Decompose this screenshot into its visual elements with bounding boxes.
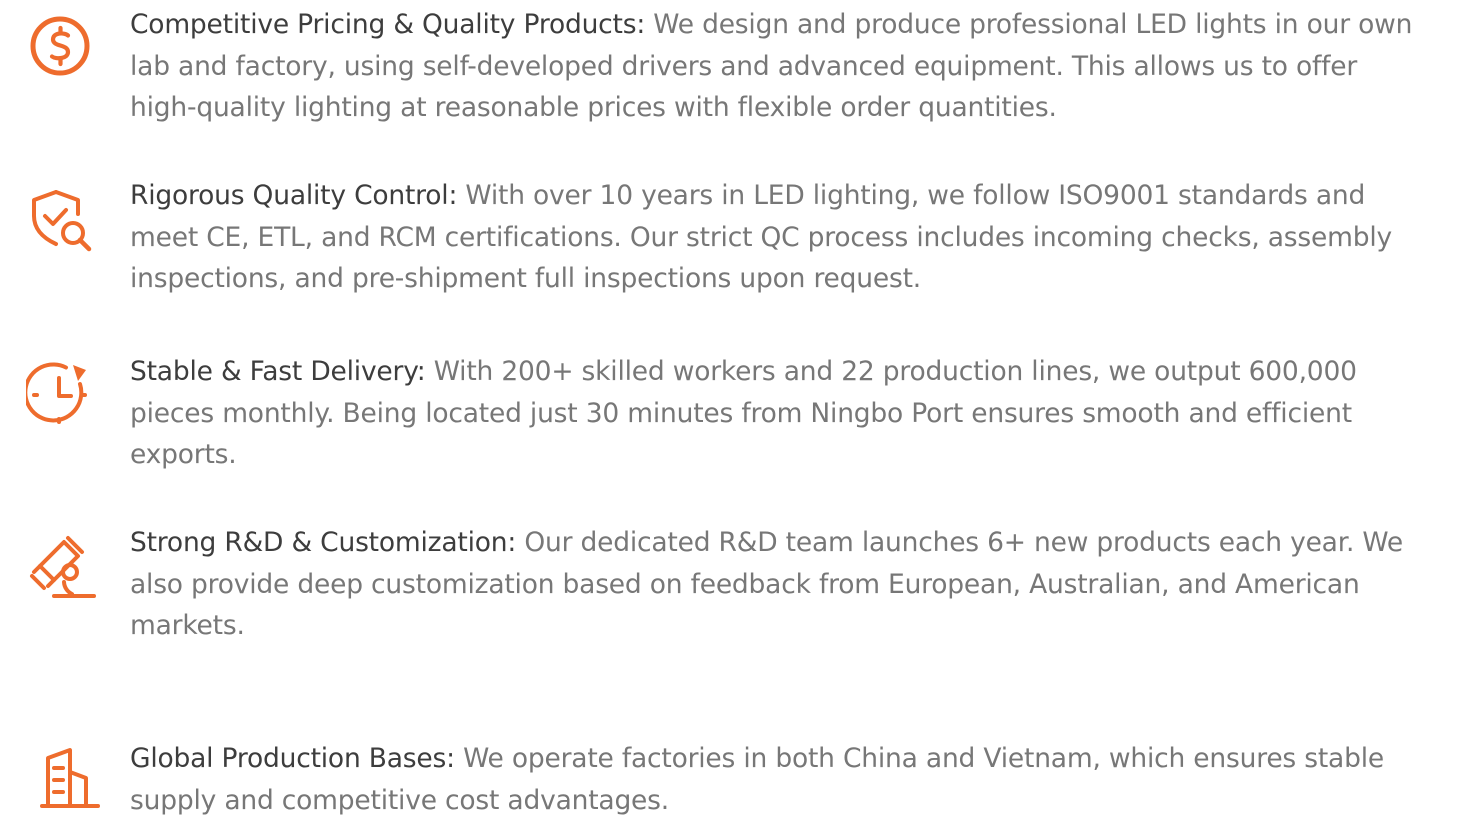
feature-text: Strong R&D & Customization: Our dedicate… [130, 522, 1430, 647]
feature-text: Stable & Fast Delivery: With 200+ skille… [130, 351, 1430, 476]
feature-title: Stable & Fast Delivery: [130, 356, 426, 387]
clock-delivery-icon [26, 360, 96, 430]
shield-check-search-icon [26, 186, 96, 256]
dollar-coin-icon [26, 12, 96, 82]
feature-text: Competitive Pricing & Quality Products: … [130, 4, 1430, 129]
feature-title: Rigorous Quality Control: [130, 180, 458, 211]
feature-text: Rigorous Quality Control: With over 10 y… [130, 175, 1430, 300]
feature-text: Global Production Bases: We operate fact… [130, 738, 1430, 821]
microscope-icon [26, 532, 96, 602]
feature-title: Global Production Bases: [130, 743, 455, 774]
factory-building-icon [26, 744, 100, 814]
feature-title: Competitive Pricing & Quality Products: [130, 9, 646, 40]
feature-title: Strong R&D & Customization: [130, 527, 517, 558]
